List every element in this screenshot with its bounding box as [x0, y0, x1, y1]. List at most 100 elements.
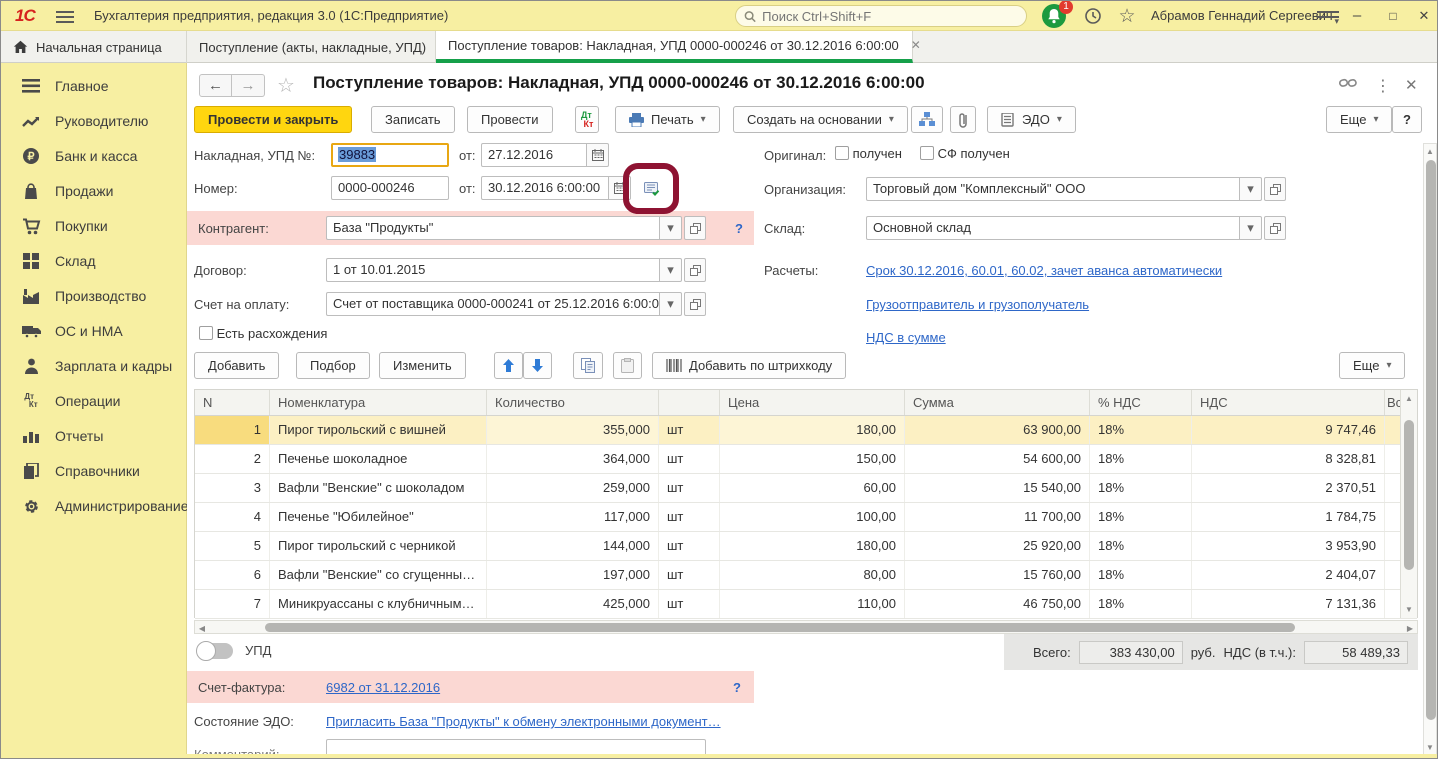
help-button[interactable]: ?: [1392, 106, 1422, 133]
user-name[interactable]: Абрамов Геннадий Сергеевич: [1151, 8, 1333, 23]
warehouse-combo[interactable]: Основной склад ▾: [866, 216, 1286, 240]
dropdown-arrow-icon[interactable]: ▾: [1240, 177, 1262, 201]
sidebar-item-payroll-hr[interactable]: Зарплата и кадры: [1, 351, 187, 381]
dropdown-arrow-icon[interactable]: ▾: [660, 216, 682, 240]
search-input[interactable]: [762, 8, 1018, 24]
edo-button[interactable]: ЭДО ▾: [987, 106, 1076, 133]
form-vertical-scrollbar[interactable]: ▲ ▼: [1423, 143, 1437, 756]
get-link-icon[interactable]: [1339, 76, 1357, 93]
sidebar-item-reports[interactable]: Отчеты: [1, 421, 187, 451]
invoice-help[interactable]: ?: [733, 680, 741, 695]
scroll-up-icon[interactable]: ▲: [1424, 147, 1436, 156]
table-vertical-scrollbar[interactable]: ▲ ▼: [1400, 390, 1417, 618]
dropdown-arrow-icon[interactable]: ▾: [660, 292, 682, 316]
vat-in-sum-link[interactable]: НДС в сумме: [866, 330, 946, 345]
service-menu-icon[interactable]: ▾: [1317, 8, 1339, 26]
sidebar-item-manager[interactable]: Руководителю: [1, 106, 187, 136]
structure-button[interactable]: [911, 106, 943, 133]
table-row[interactable]: 2 Печенье шоколадное 364,000 шт 150,00 54 600…: [195, 445, 1417, 474]
contractor-combo[interactable]: База "Продукты" ▾: [326, 216, 706, 240]
move-down-button[interactable]: [523, 352, 552, 379]
table-row[interactable]: 4 Печенье "Юбилейное" 117,000 шт 100,00 11 70…: [195, 503, 1417, 532]
table-more-button[interactable]: Еще ▾: [1339, 352, 1406, 379]
notifications-button[interactable]: 1: [1042, 1, 1073, 29]
create-based-on-button[interactable]: Создать на основании ▾: [733, 106, 908, 133]
print-button[interactable]: Печать ▾: [615, 106, 720, 133]
table-row[interactable]: 7 Миникруассаны с клубничным… 425,000 шт 110…: [195, 590, 1417, 619]
scrollbar-thumb[interactable]: [265, 623, 1295, 632]
post-button[interactable]: Провести: [467, 106, 553, 133]
calendar-icon[interactable]: [587, 143, 609, 167]
table-row[interactable]: 5 Пирог тирольский с черникой 144,000 шт 180…: [195, 532, 1417, 561]
sidebar-item-directories[interactable]: Справочники: [1, 456, 187, 486]
contract-combo[interactable]: 1 от 10.01.2015 ▾: [326, 258, 706, 282]
payment-invoice-combo[interactable]: Счет от поставщика 0000-000241 от 25.12.…: [326, 292, 706, 316]
open-record-icon[interactable]: [1264, 177, 1286, 201]
dropdown-arrow-icon[interactable]: ▾: [660, 258, 682, 282]
contractor-help[interactable]: ?: [735, 221, 743, 236]
table-row[interactable]: 3 Вафли "Венские" с шоколадом 259,000 шт 60,…: [195, 474, 1417, 503]
tab-home[interactable]: Начальная страница: [1, 31, 187, 63]
maximize-button[interactable]: □: [1380, 3, 1406, 29]
scroll-right-icon[interactable]: ▶: [1406, 624, 1414, 633]
favorite-star-icon[interactable]: ☆: [277, 73, 295, 98]
back-button[interactable]: ←: [199, 74, 232, 97]
forward-button[interactable]: →: [232, 74, 265, 97]
table-row[interactable]: 6 Вафли "Венские" со сгущенны… 197,000 шт 80…: [195, 561, 1417, 590]
add-row-button[interactable]: Добавить: [194, 352, 280, 379]
calendar-icon[interactable]: [609, 176, 631, 200]
post-and-close-button[interactable]: Провести и закрыть: [194, 106, 353, 133]
favorites-star-icon[interactable]: ☆: [1115, 5, 1139, 27]
kebab-menu-icon[interactable]: ⋮: [1375, 76, 1391, 96]
global-search[interactable]: [735, 5, 1027, 27]
sf-received-checkbox[interactable]: СФ получен: [920, 146, 1010, 161]
move-up-button[interactable]: [494, 352, 523, 379]
original-received-checkbox[interactable]: получен: [835, 146, 902, 161]
close-window-button[interactable]: ✕: [1411, 3, 1437, 29]
scroll-up-icon[interactable]: ▲: [1401, 394, 1417, 403]
edo-state-link[interactable]: Пригласить База "Продукты" к обмену элек…: [326, 714, 721, 729]
scroll-down-icon[interactable]: ▼: [1424, 743, 1436, 752]
upd-toggle[interactable]: [196, 641, 233, 661]
history-icon[interactable]: [1081, 5, 1105, 27]
shipper-consignee-link[interactable]: Грузоотправитель и грузополучатель: [866, 297, 1089, 312]
add-by-barcode-button[interactable]: Добавить по штрихкоду: [652, 352, 847, 379]
close-tab-icon[interactable]: ✕: [911, 38, 921, 52]
organization-combo[interactable]: Торговый дом "Комплексный" ООО ▾: [866, 177, 1286, 201]
doc-date-field[interactable]: 30.12.2016 6:00:00: [481, 176, 631, 200]
copy-rows-button[interactable]: [573, 352, 603, 379]
attachments-button[interactable]: [950, 106, 976, 133]
open-record-icon[interactable]: [1264, 216, 1286, 240]
paste-rows-button[interactable]: [613, 352, 642, 379]
main-menu-icon[interactable]: [56, 8, 74, 23]
open-record-icon[interactable]: [684, 258, 706, 282]
discrepancies-checkbox[interactable]: Есть расхождения: [199, 326, 327, 341]
pick-button[interactable]: Подбор: [296, 352, 370, 379]
scroll-left-icon[interactable]: ◀: [198, 624, 206, 633]
sidebar-item-sales[interactable]: Продажи: [1, 176, 187, 206]
dt-kt-button[interactable]: Дт Кт: [575, 106, 600, 133]
table-row[interactable]: 1 Пирог тирольский с вишней 355,000 шт 180,0…: [195, 416, 1417, 445]
sidebar-item-main[interactable]: Главное: [1, 71, 187, 101]
tab-receipts-list[interactable]: Поступление (акты, накладные, УПД) ✕: [187, 31, 448, 63]
sidebar-item-purchases[interactable]: Покупки: [1, 211, 187, 241]
open-record-icon[interactable]: [684, 292, 706, 316]
scrollbar-thumb[interactable]: [1404, 420, 1414, 570]
close-form-icon[interactable]: ✕: [1405, 76, 1418, 94]
edit-row-button[interactable]: Изменить: [379, 352, 466, 379]
minimize-button[interactable]: –: [1344, 3, 1370, 29]
invoice-factura-link[interactable]: 6982 от 31.12.2016: [326, 680, 440, 695]
set-number-date-button[interactable]: [639, 178, 665, 200]
open-record-icon[interactable]: [684, 216, 706, 240]
sidebar-item-production[interactable]: Производство: [1, 281, 187, 311]
dropdown-arrow-icon[interactable]: ▾: [1240, 216, 1262, 240]
sidebar-item-warehouse[interactable]: Склад: [1, 246, 187, 276]
tab-goods-receipt[interactable]: Поступление товаров: Накладная, УПД 0000…: [436, 31, 921, 63]
table-horizontal-scrollbar[interactable]: ◀ ▶: [194, 620, 1418, 634]
sidebar-item-fixed-assets[interactable]: ОС и НМА: [1, 316, 187, 346]
save-button[interactable]: Записать: [371, 106, 455, 133]
invoice-no-field[interactable]: 39883: [331, 143, 449, 167]
form-more-button[interactable]: Еще ▾: [1326, 106, 1393, 133]
sidebar-item-administration[interactable]: Администрирование: [1, 491, 189, 521]
scrollbar-thumb[interactable]: [1426, 160, 1436, 720]
